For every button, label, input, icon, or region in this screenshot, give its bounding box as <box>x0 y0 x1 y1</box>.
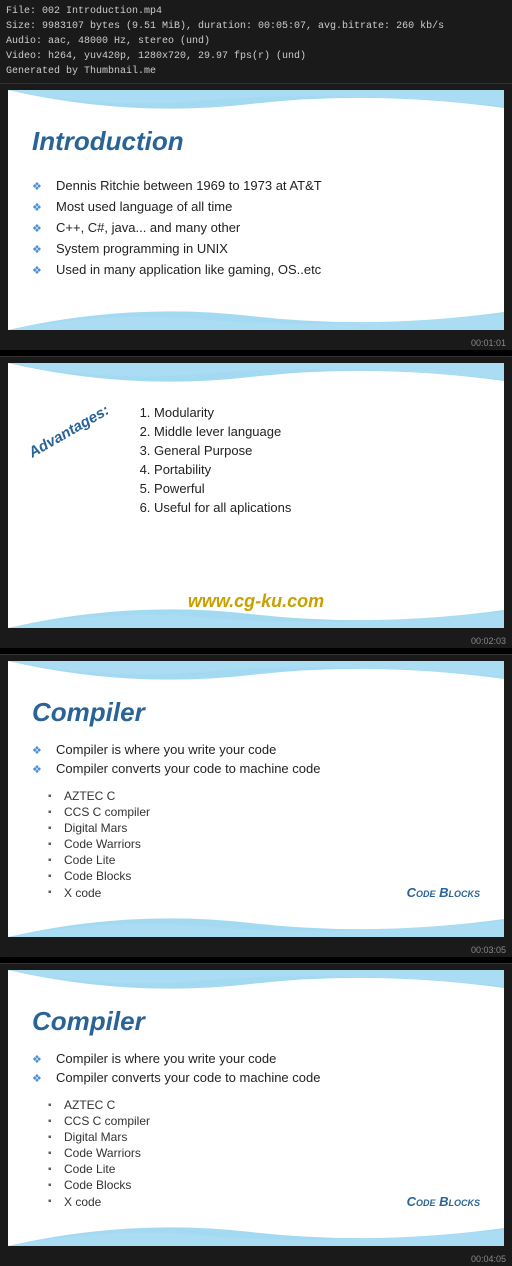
slide-3: Compiler Compiler is where you write you… <box>0 654 512 957</box>
slide-4-title: Compiler <box>32 1006 480 1037</box>
slide-1-content: Introduction Dennis Ritchie between 1969… <box>8 90 504 316</box>
comp-sub-4-7: X code Code Blocks <box>48 1193 480 1210</box>
comp-sub-4-5: Code Lite <box>48 1161 480 1177</box>
file-info-line4: Video: h264, yuv420p, 1280x720, 29.97 fp… <box>6 49 506 64</box>
slide-1-bullets: Dennis Ritchie between 1969 to 1973 at A… <box>32 175 480 280</box>
file-info-bar: File: 002 Introduction.mp4 Size: 9983107… <box>0 0 512 83</box>
code-blocks-label-4: Code Blocks <box>407 1194 480 1209</box>
slide-3-inner: Compiler Compiler is where you write you… <box>8 661 504 937</box>
comp-bullet-3-2: Compiler converts your code to machine c… <box>32 759 480 778</box>
comp-sub-4-1: AZTEC C <box>48 1097 480 1113</box>
comp-sub-4-6: Code Blocks <box>48 1177 480 1193</box>
comp-sub-3-4: Code Warriors <box>48 836 480 852</box>
adv-6: Useful for all aplications <box>154 498 291 517</box>
bullet-1-4: System programming in UNIX <box>32 238 480 259</box>
slide-4-inner: Compiler Compiler is where you write you… <box>8 970 504 1246</box>
adv-3: General Purpose <box>154 441 291 460</box>
slide-4-main-bullets: Compiler is where you write your code Co… <box>32 1049 480 1087</box>
slide-1: Introduction Dennis Ritchie between 1969… <box>0 83 512 350</box>
slide-2-inner: Advantages: Modularity Middle lever lang… <box>8 363 504 628</box>
bullet-1-3: C++, C#, java... and many other <box>32 217 480 238</box>
wave-top-2 <box>8 363 504 391</box>
slide-1-title: Introduction <box>32 126 480 157</box>
advantages-list: Modularity Middle lever language General… <box>134 403 291 517</box>
file-info-line3: Audio: aac, 48000 Hz, stereo (und) <box>6 34 506 49</box>
adv-5: Powerful <box>154 479 291 498</box>
file-info-line1: File: 002 Introduction.mp4 <box>6 4 506 19</box>
adv-4: Portability <box>154 460 291 479</box>
slide-4-content: Compiler Compiler is where you write you… <box>8 970 504 1246</box>
bullet-1-1: Dennis Ritchie between 1969 to 1973 at A… <box>32 175 480 196</box>
timestamp-4: 00:04:05 <box>0 1252 512 1266</box>
timestamp-3: 00:03:05 <box>0 943 512 957</box>
file-info-line5: Generated by Thumbnail.me <box>6 64 506 79</box>
comp-bullet-3-1: Compiler is where you write your code <box>32 740 480 759</box>
comp-bullet-4-1: Compiler is where you write your code <box>32 1049 480 1068</box>
advantages-layout: Advantages: Modularity Middle lever lang… <box>8 363 504 583</box>
code-blocks-label-3: Code Blocks <box>407 885 480 900</box>
comp-sub-4-4: Code Warriors <box>48 1145 480 1161</box>
bullet-1-2: Most used language of all time <box>32 196 480 217</box>
slide-4-sublist: AZTEC C CCS C compiler Digital Mars Code… <box>48 1097 480 1210</box>
comp-sub-3-5: Code Lite <box>48 852 480 868</box>
comp-bullet-4-2: Compiler converts your code to machine c… <box>32 1068 480 1087</box>
slide-3-sublist: AZTEC C CCS C compiler Digital Mars Code… <box>48 788 480 901</box>
comp-sub-3-2: CCS C compiler <box>48 804 480 820</box>
slide-3-content: Compiler Compiler is where you write you… <box>8 661 504 937</box>
timestamp-1: 00:01:01 <box>0 336 512 350</box>
comp-sub-3-6: Code Blocks <box>48 868 480 884</box>
timestamp-2: 00:02:03 <box>0 634 512 648</box>
slide-1-inner: Introduction Dennis Ritchie between 1969… <box>8 90 504 330</box>
adv-1: Modularity <box>154 403 291 422</box>
adv-2: Middle lever language <box>154 422 291 441</box>
bullet-1-5: Used in many application like gaming, OS… <box>32 259 480 280</box>
wave-bottom-2 <box>8 600 504 628</box>
slide-3-title: Compiler <box>32 697 480 728</box>
comp-sub-3-1: AZTEC C <box>48 788 480 804</box>
comp-sub-4-3: Digital Mars <box>48 1129 480 1145</box>
comp-sub-3-7: X code Code Blocks <box>48 884 480 901</box>
advantages-label: Advantages: <box>26 402 112 462</box>
slide-4: Compiler Compiler is where you write you… <box>0 963 512 1266</box>
slide-2: Advantages: Modularity Middle lever lang… <box>0 356 512 648</box>
file-info-line2: Size: 9983107 bytes (9.51 MiB), duration… <box>6 19 506 34</box>
comp-sub-4-2: CCS C compiler <box>48 1113 480 1129</box>
comp-sub-3-3: Digital Mars <box>48 820 480 836</box>
slide-3-main-bullets: Compiler is where you write your code Co… <box>32 740 480 778</box>
